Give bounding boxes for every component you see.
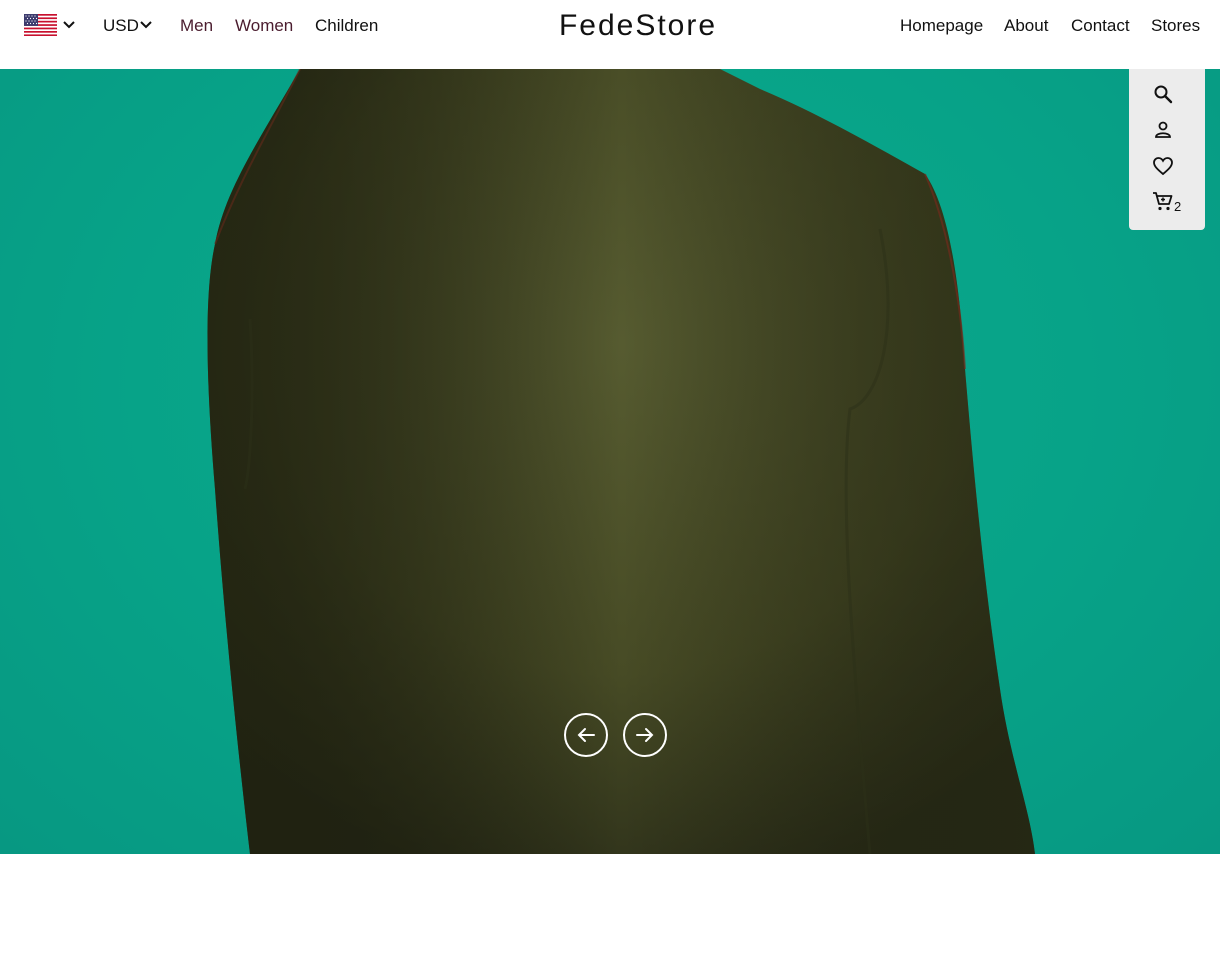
cart-count-badge: 2 [1174,199,1182,214]
nav-link-contact[interactable]: Contact [1071,16,1130,36]
user-icon[interactable] [1152,119,1174,141]
arrow-right-icon [636,728,654,742]
cart-icon[interactable] [1152,190,1174,212]
heart-icon[interactable] [1152,155,1174,177]
quick-actions-panel: 2 [1129,69,1205,230]
slider-next-button[interactable] [623,713,667,757]
arrow-left-icon [577,728,595,742]
slider-prev-button[interactable] [564,713,608,757]
nav-link-about[interactable]: About [1004,16,1048,36]
nav-link-homepage[interactable]: Homepage [900,16,983,36]
hero-image [207,69,1035,854]
search-icon[interactable] [1152,83,1174,105]
top-navbar: USD Men Women Children FedeStore Homepag… [0,0,1220,69]
nav-link-stores[interactable]: Stores [1151,16,1200,36]
hero-slider [0,69,1220,854]
